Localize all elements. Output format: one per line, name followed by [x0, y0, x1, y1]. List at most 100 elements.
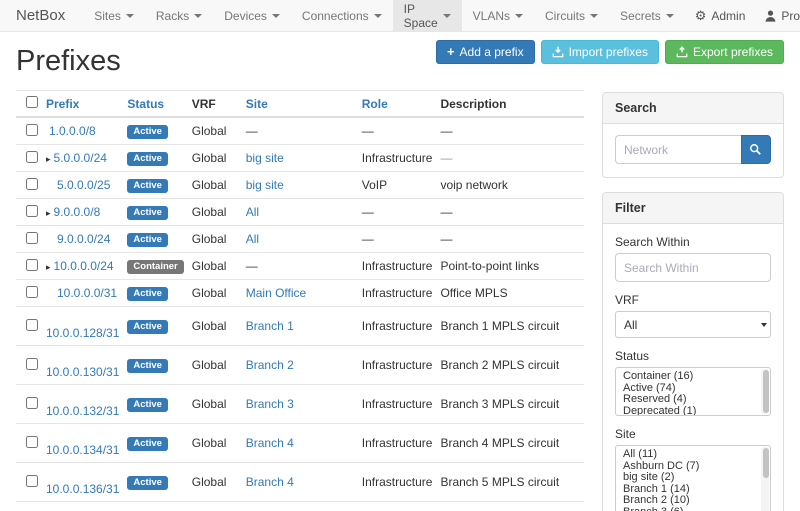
listbox-option[interactable]: Reserved (4)	[623, 394, 770, 406]
prefix-link[interactable]: 1.0.0.0/8	[49, 124, 96, 138]
description-cell: Backup MPLS link	[440, 502, 584, 511]
add-prefix-button[interactable]: + Add a prefix	[436, 40, 535, 64]
site-cell: big site	[246, 172, 362, 199]
prefix-link[interactable]: 9.0.0.0/8	[54, 205, 101, 219]
prefix-link[interactable]: 10.0.0.136/31	[46, 482, 119, 496]
row-checkbox[interactable]	[26, 475, 38, 487]
chevron-down-icon	[272, 14, 280, 18]
row-checkbox[interactable]	[26, 124, 38, 136]
search-button[interactable]	[741, 135, 771, 164]
search-panel-title: Search	[603, 93, 783, 124]
row-checkbox[interactable]	[26, 259, 38, 271]
prefix-link[interactable]: 10.0.0.0/24	[54, 259, 114, 273]
row-checkbox[interactable]	[26, 178, 38, 190]
role-cell: Infrastructure	[362, 145, 441, 172]
site-link[interactable]: big site	[246, 178, 284, 192]
row-checkbox[interactable]	[26, 286, 38, 298]
nav-item-vlans[interactable]: VLANs	[462, 0, 534, 31]
role-cell: —	[362, 199, 441, 226]
listbox-option[interactable]: Deprecated (1)	[623, 406, 770, 417]
prefix-link[interactable]: 10.0.0.0/31	[57, 286, 117, 300]
action-buttons: + Add a prefix Import prefixes	[436, 40, 784, 64]
page-title: Prefixes	[16, 45, 121, 78]
listbox-option[interactable]: Container (16)	[623, 371, 770, 383]
table-row: ▸10.0.0.0/24 Container Global — Infrastr…	[16, 253, 584, 280]
nav-item-sites[interactable]: Sites	[83, 0, 145, 31]
import-prefixes-button[interactable]: Import prefixes	[541, 40, 659, 64]
row-checkbox[interactable]	[26, 397, 38, 409]
row-checkbox[interactable]	[26, 232, 38, 244]
import-icon	[552, 46, 564, 58]
site-link[interactable]: Branch 4	[246, 436, 294, 450]
chevron-down-icon	[666, 14, 674, 18]
site-cell: Branch 1	[246, 502, 362, 511]
site-link[interactable]: All	[246, 232, 259, 246]
role-cell: Infrastructure	[362, 280, 441, 307]
site-link[interactable]: All	[246, 205, 259, 219]
prefix-link[interactable]: 10.0.0.130/31	[46, 365, 119, 379]
status-badge: Active	[127, 359, 168, 373]
site-link[interactable]: Branch 4	[246, 475, 294, 489]
vrf-cell: Global	[192, 385, 246, 424]
row-checkbox[interactable]	[26, 205, 38, 217]
search-within-input[interactable]	[615, 253, 771, 282]
status-badge: Active	[127, 125, 168, 139]
search-input[interactable]	[615, 135, 741, 164]
row-checkbox[interactable]	[26, 151, 38, 163]
status-badge: Active	[127, 206, 168, 220]
listbox-option[interactable]: All (11)	[623, 449, 770, 461]
select-all-checkbox[interactable]	[26, 96, 38, 108]
sort-prefix-header[interactable]: Prefix	[46, 97, 79, 111]
brand-logo[interactable]: NetBox	[16, 0, 65, 31]
vrf-cell: Global	[192, 307, 246, 346]
prefix-link[interactable]: 5.0.0.0/24	[54, 151, 107, 165]
description-cell: —	[440, 226, 584, 253]
prefix-link[interactable]: 10.0.0.134/31	[46, 443, 119, 457]
site-cell: Branch 4	[246, 424, 362, 463]
prefix-link[interactable]: 9.0.0.0/24	[57, 232, 110, 246]
nav-item-secrets[interactable]: Secrets	[609, 0, 685, 31]
nav-item-ip-space[interactable]: IP Space	[393, 0, 462, 31]
site-link[interactable]: big site	[246, 151, 284, 165]
sort-site-header[interactable]: Site	[246, 97, 268, 111]
site-listbox[interactable]: All (11) Ashburn DC (7) big site (2) Bra…	[615, 445, 771, 511]
site-link[interactable]: Branch 2	[246, 358, 294, 372]
listbox-option[interactable]: Branch 3 (6)	[623, 507, 770, 511]
description-cell: Office MPLS	[440, 280, 584, 307]
nav-item-devices[interactable]: Devices	[213, 0, 291, 31]
row-checkbox[interactable]	[26, 358, 38, 370]
nav-profile-label: Profile	[781, 9, 800, 23]
status-listbox[interactable]: Container (16) Active (74) Reserved (4) …	[615, 367, 771, 416]
vrf-cell: Global	[192, 280, 246, 307]
table-header-row: Prefix Status VRF Site Role Description	[16, 91, 584, 118]
row-checkbox[interactable]	[26, 436, 38, 448]
nav-item-circuits[interactable]: Circuits	[534, 0, 609, 31]
scrollbar-thumb[interactable]	[763, 370, 769, 413]
prefix-link[interactable]: 10.0.0.128/31	[46, 326, 119, 340]
row-checkbox[interactable]	[26, 319, 38, 331]
site-link[interactable]: Branch 3	[246, 397, 294, 411]
status-badge: Active	[127, 437, 168, 451]
site-cell: Branch 4	[246, 463, 362, 502]
site-link[interactable]: Main Office	[246, 286, 306, 300]
nav-item-profile[interactable]: Profile	[755, 0, 800, 31]
prefix-link[interactable]: 10.0.0.132/31	[46, 404, 119, 418]
role-cell: Infrastructure	[362, 253, 441, 280]
navbar-right: ⚙ Admin Profile Log out	[685, 0, 800, 31]
site-link[interactable]: Branch 1	[246, 319, 294, 333]
scrollbar-thumb[interactable]	[763, 448, 769, 478]
listbox-option[interactable]: Branch 2 (10)	[623, 495, 770, 507]
table-row: 9.0.0.0/24 Active Global All — —	[16, 226, 584, 253]
nav-item-racks[interactable]: Racks	[145, 0, 213, 31]
prefix-link[interactable]: 5.0.0.0/25	[57, 178, 110, 192]
nav-item-admin[interactable]: ⚙ Admin	[685, 0, 756, 31]
listbox-option[interactable]: big site (2)	[623, 472, 770, 484]
export-prefixes-button[interactable]: Export prefixes	[665, 40, 784, 64]
sort-status-header[interactable]: Status	[127, 97, 164, 111]
role-cell: Infrastructure	[362, 385, 441, 424]
nav-item-connections[interactable]: Connections	[291, 0, 393, 31]
sort-role-header[interactable]: Role	[362, 97, 388, 111]
table-row: ▸5.0.0.0/24 Active Global big site Infra…	[16, 145, 584, 172]
description-cell: voip network	[440, 172, 584, 199]
vrf-select[interactable]: All	[615, 311, 771, 338]
